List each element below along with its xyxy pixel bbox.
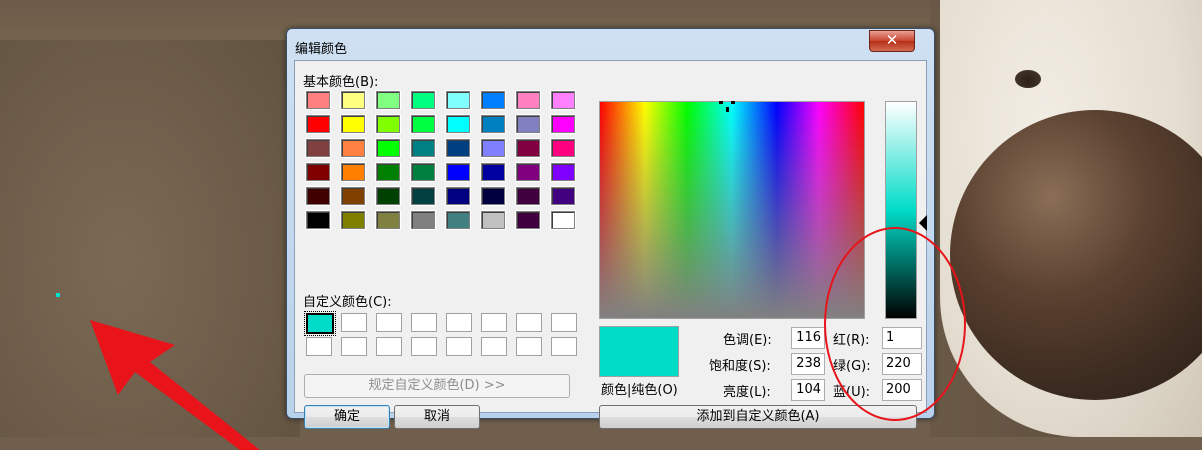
basic-color-swatch[interactable]: [375, 138, 401, 158]
basic-color-swatch[interactable]: [445, 186, 471, 206]
crosshair-icon: [719, 101, 735, 112]
basic-color-swatch[interactable]: [305, 186, 331, 206]
basic-color-swatch[interactable]: [340, 162, 366, 182]
dialog-title: 编辑颜色: [295, 42, 348, 57]
ok-button[interactable]: 确定: [304, 405, 390, 429]
basic-color-swatch[interactable]: [480, 210, 506, 230]
custom-color-swatch[interactable]: [516, 337, 542, 356]
luminosity-label: 亮度(L):: [723, 385, 771, 400]
luminosity-pointer-icon[interactable]: [919, 215, 927, 231]
custom-color-swatch[interactable]: [516, 313, 542, 332]
basic-color-swatch[interactable]: [305, 114, 331, 134]
basic-color-swatch[interactable]: [515, 114, 541, 134]
basic-color-swatch[interactable]: [375, 90, 401, 110]
basic-color-swatch[interactable]: [445, 138, 471, 158]
basic-color-swatch[interactable]: [445, 114, 471, 134]
basic-color-swatch[interactable]: [550, 186, 576, 206]
basic-color-swatch[interactable]: [515, 90, 541, 110]
red-circle-annotation: [824, 227, 966, 421]
basic-color-swatch[interactable]: [410, 90, 436, 110]
basic-color-swatch[interactable]: [340, 114, 366, 134]
basic-color-swatch[interactable]: [340, 138, 366, 158]
basic-color-swatch[interactable]: [410, 114, 436, 134]
close-button[interactable]: ✕: [869, 30, 915, 52]
basic-color-swatch[interactable]: [375, 114, 401, 134]
basic-colors-label: 基本颜色(B):: [303, 75, 379, 90]
basic-color-swatch[interactable]: [550, 90, 576, 110]
custom-color-swatch[interactable]: [481, 313, 507, 332]
basic-color-swatch[interactable]: [480, 90, 506, 110]
custom-color-swatch[interactable]: [341, 337, 367, 356]
basic-color-swatch[interactable]: [410, 138, 436, 158]
define-custom-colors-button[interactable]: 规定自定义颜色(D) >>: [304, 374, 570, 398]
basic-color-swatch[interactable]: [445, 162, 471, 182]
basic-color-swatch[interactable]: [515, 186, 541, 206]
basic-color-swatch[interactable]: [375, 186, 401, 206]
basic-color-swatch[interactable]: [515, 162, 541, 182]
basic-color-swatch[interactable]: [480, 162, 506, 182]
basic-color-swatch[interactable]: [480, 114, 506, 134]
custom-color-swatch[interactable]: [551, 337, 577, 356]
basic-color-swatch[interactable]: [410, 186, 436, 206]
saturation-field[interactable]: 238: [791, 353, 825, 375]
color-solid-label: 颜色|纯色(O): [601, 383, 678, 398]
custom-color-swatch[interactable]: [411, 337, 437, 356]
basic-color-swatch[interactable]: [375, 210, 401, 230]
custom-color-swatch[interactable]: [304, 311, 336, 336]
basic-color-swatch[interactable]: [340, 90, 366, 110]
hue-label: 色调(E):: [723, 333, 772, 348]
basic-color-swatch[interactable]: [480, 138, 506, 158]
color-spectrum-picker[interactable]: [599, 101, 865, 319]
basic-color-swatch[interactable]: [305, 138, 331, 158]
basic-color-swatch[interactable]: [410, 162, 436, 182]
basic-color-swatch[interactable]: [305, 162, 331, 182]
basic-color-swatch[interactable]: [515, 210, 541, 230]
cancel-button[interactable]: 取消: [394, 405, 480, 429]
basic-color-swatch[interactable]: [550, 114, 576, 134]
cursor-dot: [56, 293, 60, 297]
hue-field[interactable]: 116: [791, 327, 825, 349]
custom-color-swatch[interactable]: [481, 337, 507, 356]
custom-color-swatch[interactable]: [446, 313, 472, 332]
basic-color-swatch[interactable]: [375, 162, 401, 182]
ceramic-hole: [1015, 70, 1041, 88]
custom-colors-label: 自定义颜色(C):: [303, 295, 392, 310]
custom-color-swatch[interactable]: [376, 313, 402, 332]
basic-color-swatch[interactable]: [550, 162, 576, 182]
basic-color-swatch[interactable]: [410, 210, 436, 230]
custom-color-swatch[interactable]: [551, 313, 577, 332]
custom-color-swatch[interactable]: [306, 337, 332, 356]
basic-color-swatch[interactable]: [305, 90, 331, 110]
basic-color-swatch[interactable]: [340, 210, 366, 230]
custom-color-swatch[interactable]: [376, 337, 402, 356]
basic-color-swatch[interactable]: [445, 210, 471, 230]
basic-color-swatch[interactable]: [550, 210, 576, 230]
custom-color-swatch[interactable]: [411, 313, 437, 332]
color-preview: [599, 326, 679, 377]
basic-color-swatch[interactable]: [550, 138, 576, 158]
saturation-label: 饱和度(S):: [709, 359, 771, 374]
title-bar[interactable]: 编辑颜色 ✕: [287, 29, 934, 59]
luminosity-field[interactable]: 104: [791, 379, 825, 401]
custom-color-swatch[interactable]: [446, 337, 472, 356]
basic-color-swatch[interactable]: [480, 186, 506, 206]
custom-color-swatch[interactable]: [341, 313, 367, 332]
basic-color-swatch[interactable]: [340, 186, 366, 206]
close-icon: ✕: [885, 31, 899, 49]
basic-color-swatch[interactable]: [515, 138, 541, 158]
basic-color-swatch[interactable]: [305, 210, 331, 230]
basic-color-swatch[interactable]: [445, 90, 471, 110]
red-arrow-annotation: [90, 320, 260, 450]
